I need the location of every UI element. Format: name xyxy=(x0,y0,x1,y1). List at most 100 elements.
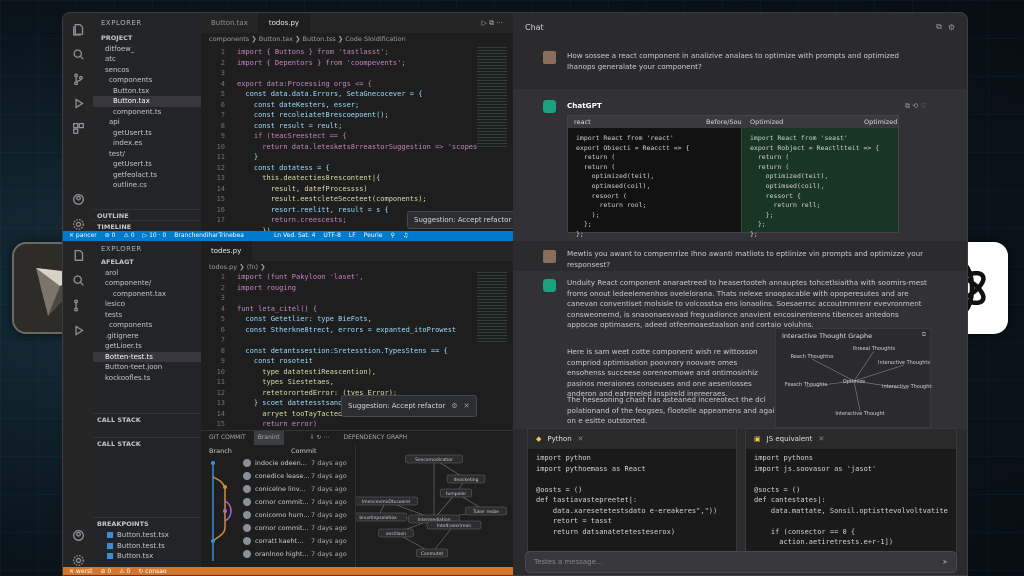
tree-item[interactable]: ditfoew_ xyxy=(93,44,201,55)
account-icon[interactable] xyxy=(71,529,86,542)
tree-item[interactable]: .gitignere xyxy=(93,331,201,342)
breakpoints-section[interactable]: BREAKPOINTS xyxy=(93,517,201,529)
graph-center-node[interactable]: Optimize xyxy=(843,379,865,385)
status-item[interactable]: ✕ pancer xyxy=(69,231,97,241)
status-item[interactable]: ✕ werst xyxy=(69,567,92,575)
message-input[interactable]: Testes a message... ➤ xyxy=(525,551,957,573)
status-item[interactable]: ⊘ 0 xyxy=(100,567,111,575)
close-icon[interactable]: ✕ xyxy=(464,402,470,410)
status-item[interactable]: ⚠ 0 xyxy=(123,231,134,241)
breakpoint-item[interactable]: Button.test.tsx xyxy=(93,530,201,541)
commit-row[interactable]: conicomo hurn... 7 days ago xyxy=(201,509,351,521)
copy-like-icons[interactable]: ⧉ ⟲ ♡ xyxy=(905,101,927,112)
tree-item[interactable]: getUsert.ts xyxy=(93,128,201,139)
search-icon[interactable] xyxy=(71,274,86,287)
commit-row[interactable]: cornor commit... 7 days ago xyxy=(201,496,351,508)
source-control-icon[interactable] xyxy=(71,73,86,86)
breakpoint-item[interactable]: Button.tsx xyxy=(93,551,201,562)
checkbox-icon[interactable] xyxy=(107,532,113,538)
dependency-node[interactable]: Sexcernodicatior xyxy=(405,454,463,464)
settings-gear-icon[interactable] xyxy=(71,554,86,567)
tree-item[interactable]: arol xyxy=(93,268,201,279)
dependency-node[interactable]: Intelt:oesrimon xyxy=(426,520,482,530)
commit-row[interactable]: conicelne linv... 7 days ago xyxy=(201,483,351,495)
breadcrumb[interactable]: components ❯ Button.tax ❯ Button.tss ❯ C… xyxy=(201,33,513,45)
commit-row[interactable]: corratt kaeht... 7 days ago xyxy=(201,535,351,547)
tree-item[interactable]: lesico xyxy=(93,299,201,310)
breakpoint-item[interactable]: Button.test.ts xyxy=(93,541,201,552)
commit-row[interactable]: conedice lease... 7 days ago xyxy=(201,470,351,482)
graph-node[interactable]: Feasch Thoughts xyxy=(785,382,828,388)
tree-item[interactable]: Button-teet.joon xyxy=(93,362,201,373)
thought-graph[interactable]: Interactive Thought Graphe ⧉ Optimize Rea… xyxy=(775,328,934,428)
status-item[interactable]: Ln Ved. Sat. 4 xyxy=(274,231,315,241)
dependency-node[interactable]: dnocketing xyxy=(446,474,486,484)
tree-item[interactable]: component.tax xyxy=(93,289,201,300)
tree-item[interactable]: Button.tsx xyxy=(93,86,201,97)
run-debug-icon[interactable] xyxy=(71,324,86,337)
minimap[interactable] xyxy=(477,272,507,342)
status-item[interactable]: LF xyxy=(349,231,356,241)
suggestion-popup[interactable]: Suggestion: Accept refactor ⚙ ✕ xyxy=(341,395,477,417)
tree-item[interactable]: api xyxy=(93,117,201,128)
python-code[interactable]: import python import pythoemass as React… xyxy=(528,449,736,537)
status-item[interactable]: ↻ consao xyxy=(138,567,166,575)
close-icon[interactable]: ✕ xyxy=(578,429,584,449)
project-folder[interactable]: PROJECT xyxy=(93,33,201,44)
graph-node[interactable]: Reach Thoughtss xyxy=(791,354,834,360)
new-chat-icon[interactable]: ⧉ xyxy=(936,22,942,32)
files-icon[interactable] xyxy=(71,249,86,262)
tree-item[interactable]: Button.tax xyxy=(93,96,201,107)
dependency-node[interactable]: Tuker resbe xyxy=(465,506,507,516)
tree-item[interactable]: getfeolact.ts xyxy=(93,170,201,181)
settings-gear-icon[interactable] xyxy=(71,218,86,231)
tab-todos-py[interactable]: todos.py xyxy=(258,13,311,33)
tree-item[interactable]: sencos xyxy=(93,65,201,76)
close-icon[interactable]: ✕ xyxy=(818,429,824,449)
status-item[interactable]: ⊘ 0 xyxy=(105,231,116,241)
status-item[interactable]: ♫ xyxy=(403,231,408,241)
status-item[interactable]: BranchendiharTrinebea xyxy=(174,231,244,241)
code-area[interactable]: 1 import { Buttons } from 'tastlasst'; 2 im… xyxy=(201,47,513,231)
status-item[interactable]: ⚲ xyxy=(390,231,394,241)
tree-item[interactable]: components xyxy=(93,320,201,331)
tree-item[interactable]: kockoofles.ts xyxy=(93,373,201,384)
tree-item[interactable]: index.es xyxy=(93,138,201,149)
tab-dependency-graph[interactable]: DEPENDENCY GRAPH xyxy=(343,431,407,445)
settings-icon[interactable]: ⚙ xyxy=(451,402,457,410)
dependency-node[interactable]: ImencevmoDtusoerel xyxy=(353,496,419,506)
call-stack-section[interactable]: CALL STACK xyxy=(93,413,201,425)
tree-item[interactable]: outline.cs xyxy=(93,180,201,191)
account-icon[interactable] xyxy=(71,193,86,206)
tab-git-commit[interactable]: GIT COMMIT xyxy=(209,431,246,445)
source-control-icon[interactable] xyxy=(71,299,86,312)
tree-item[interactable]: components xyxy=(93,75,201,86)
status-item[interactable]: ▷ 10 · 0 xyxy=(143,231,167,241)
tree-item[interactable]: getUsert.ts xyxy=(93,159,201,170)
commit-row[interactable]: oranlnoo hight... 7 days ago xyxy=(201,548,351,560)
commit-row[interactable]: indocie odeen... 7 days ago xyxy=(201,457,351,469)
js-code[interactable]: import pythons import js.soovasor as 'ja… xyxy=(746,449,956,548)
send-icon[interactable]: ➤ xyxy=(942,552,948,572)
tree-item[interactable]: getLioer.ts xyxy=(93,341,201,352)
timeline-section[interactable]: TIMELINE xyxy=(93,220,201,231)
run-debug-icon[interactable] xyxy=(71,97,86,110)
tab-branch[interactable]: Branint xyxy=(253,431,284,445)
more-icon[interactable]: ⚙ xyxy=(948,23,955,32)
status-item[interactable]: Peurie xyxy=(364,231,383,241)
tree-item[interactable]: atc xyxy=(93,54,201,65)
graph-node[interactable]: Interactive Thoughts xyxy=(882,384,934,390)
status-item[interactable]: UTF-8 xyxy=(323,231,341,241)
suggestion-popup[interactable]: Suggestion: Accept refactor ⚙ ✕ xyxy=(407,211,513,229)
checkbox-icon[interactable] xyxy=(107,542,113,549)
tree-item[interactable]: test/ xyxy=(93,149,201,160)
dependency-node[interactable]: ancillaon xyxy=(378,528,414,538)
commit-row[interactable]: cornor commit... 7 days ago xyxy=(201,522,351,534)
graph-node[interactable]: Interactive Thoughts xyxy=(878,360,930,366)
tab-button-tax[interactable]: Button.tax xyxy=(201,13,259,33)
tree-item[interactable]: Botten-test.ts xyxy=(93,351,201,362)
root-folder[interactable]: AFELAGT xyxy=(93,257,201,268)
dependency-graph-canvas[interactable]: Sexcernodicatior dnocketing ImencevmoDtuso… xyxy=(349,445,512,569)
tree-item[interactable]: componente/ xyxy=(93,278,201,289)
search-icon[interactable] xyxy=(71,48,86,61)
